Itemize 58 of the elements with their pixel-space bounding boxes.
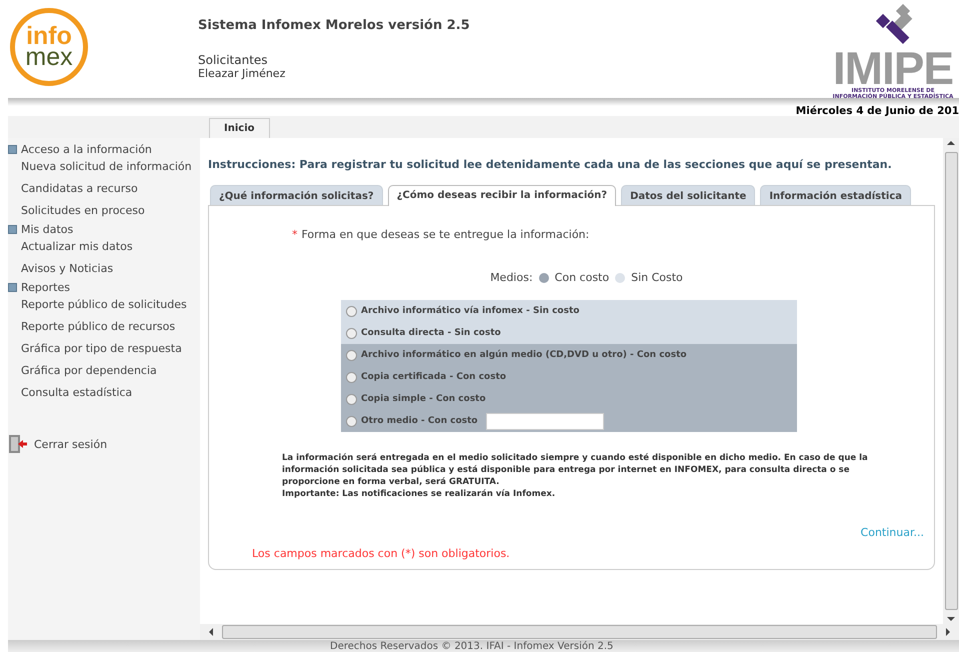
filter-label: Con costo bbox=[554, 271, 610, 284]
option-label: Otro medio - Con costo bbox=[361, 416, 478, 426]
instructions-text: Instrucciones: Para registrar tu solicitud lee detenidamente cada una de las secciones que aquí se presentan. bbox=[208, 158, 893, 171]
menu-item[interactable]: Actualizar mis datos bbox=[8, 236, 200, 258]
medios-label: Medios: bbox=[490, 271, 533, 284]
menu-group[interactable]: Reportes bbox=[21, 280, 70, 294]
filter-radio[interactable] bbox=[538, 272, 549, 282]
form-tab[interactable]: Información estadística bbox=[760, 185, 911, 205]
menu-group[interactable]: Acceso a la información bbox=[21, 142, 152, 156]
menu-item[interactable]: Reporte público de solicitudes bbox=[8, 294, 200, 316]
system-title: Sistema Infomex Morelos versión 2.5 bbox=[198, 18, 471, 33]
radio-button[interactable] bbox=[346, 372, 357, 382]
scroll-right-icon[interactable] bbox=[946, 628, 950, 636]
menu-item[interactable]: Candidatas a recurso bbox=[8, 178, 200, 200]
menu-item[interactable]: Nueva solicitud de información bbox=[8, 156, 200, 178]
scroll-left-icon[interactable] bbox=[209, 628, 213, 636]
radio-button[interactable] bbox=[346, 328, 357, 338]
institute-name: IMIPE bbox=[832, 48, 954, 88]
menu-item[interactable]: Solicitudes en proceso bbox=[8, 200, 200, 222]
question-label: Forma en que deseas se te entregue la información: bbox=[302, 228, 590, 241]
form-tab[interactable]: ¿Cómo deseas recibir la información? bbox=[388, 185, 616, 206]
user-role: Solicitantes bbox=[198, 53, 269, 67]
home-tab[interactable]: Inicio bbox=[209, 118, 270, 138]
option-label: Archivo informático en algún medio (CD,DVD u otro) - Con costo bbox=[361, 350, 687, 360]
radio-button[interactable] bbox=[346, 350, 357, 360]
form-tab[interactable]: ¿Qué información solicitas? bbox=[210, 185, 383, 205]
date-label: Miércoles 4 de Junio de 201 bbox=[796, 106, 959, 116]
notice-text: Importante: Las notificaciones se realizarán vía Infomex. bbox=[282, 488, 556, 500]
scroll-up-icon[interactable] bbox=[947, 141, 955, 145]
infomex-logo: info mex bbox=[10, 8, 88, 86]
radio-button[interactable] bbox=[346, 416, 357, 426]
option-label: Copia certificada - Con costo bbox=[361, 372, 506, 382]
user-name: Eleazar Jiménez bbox=[198, 67, 286, 80]
menu-item[interactable]: Gráfica por tipo de respuesta bbox=[8, 338, 200, 360]
required-note: Los campos marcados con (*) son obligatorios. bbox=[251, 547, 511, 560]
option-label: Copia simple - Con costo bbox=[361, 394, 486, 404]
expand-icon[interactable] bbox=[8, 282, 17, 292]
expand-icon[interactable] bbox=[8, 224, 17, 234]
form-tab[interactable]: Datos del solicitante bbox=[621, 185, 756, 205]
notice-text: La información será entregada en el medio solicitado siempre y cuando esté disponible en dicho medio. En caso de que la información solicitada sea pública y está disponible para entrega por internet en INFOMEX, para consulta directa o se proporcione en forma verbal, será GRATUITA. bbox=[282, 452, 869, 488]
filter-label: Sin Costo bbox=[631, 271, 683, 284]
menu-group[interactable]: Mis datos bbox=[21, 222, 74, 236]
exit-door-icon[interactable] bbox=[8, 434, 28, 454]
option-label: Archivo informático vía infomex - Sin costo bbox=[361, 306, 580, 316]
input-field[interactable] bbox=[486, 412, 604, 430]
logout-link[interactable]: Cerrar sesión bbox=[34, 438, 108, 450]
menu-item[interactable]: Gráfica por dependencia bbox=[8, 360, 200, 382]
required-mark: * bbox=[292, 228, 298, 241]
footer-text: Derechos Reservados © 2013. IFAI - Infomex Versión 2.5 bbox=[330, 641, 614, 652]
menu-item[interactable]: Consulta estadística bbox=[8, 382, 200, 404]
radio-button[interactable] bbox=[346, 306, 357, 316]
filter-radio[interactable] bbox=[615, 272, 626, 282]
radio-button[interactable] bbox=[346, 394, 357, 404]
menu-item[interactable]: Avisos y Noticias bbox=[8, 258, 200, 280]
menu-item[interactable]: Reporte público de recursos bbox=[8, 316, 200, 338]
expand-icon[interactable] bbox=[8, 144, 17, 154]
option-label: Consulta directa - Sin costo bbox=[361, 328, 501, 338]
horizontal-scrollbar[interactable] bbox=[200, 624, 959, 640]
